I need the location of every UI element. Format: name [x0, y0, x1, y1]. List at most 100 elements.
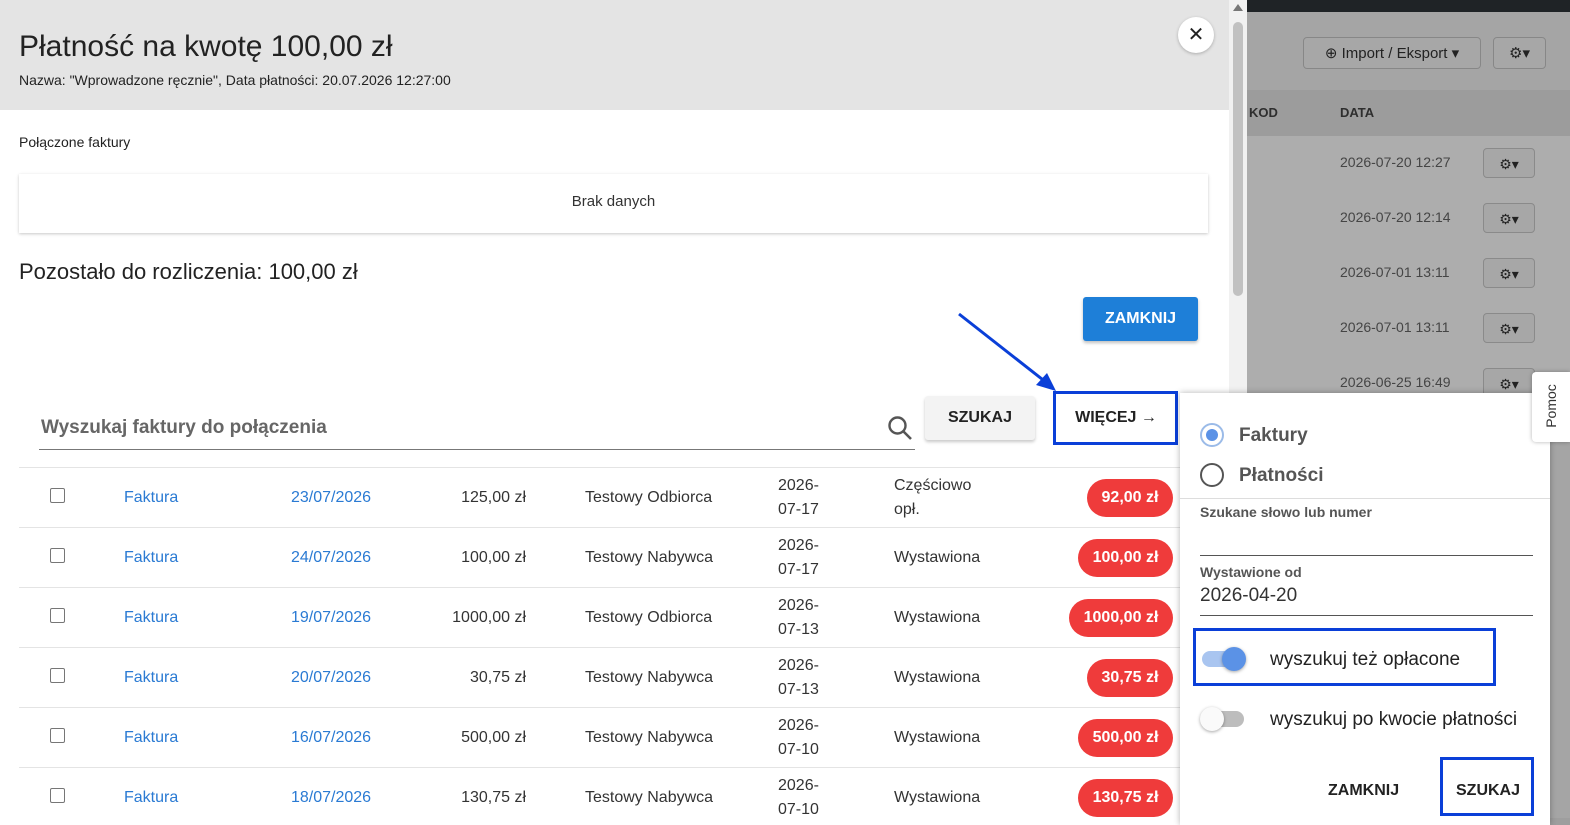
invoice-date: 2026- 07-10 — [778, 774, 819, 822]
invoice-number-link[interactable]: 23/07/2026 — [291, 489, 371, 507]
issued-from-underline — [1200, 615, 1533, 616]
row-checkbox[interactable] — [50, 608, 65, 623]
toggle-amount-knob[interactable] — [1200, 707, 1224, 731]
invoice-amount: 30,75 zł — [469, 669, 526, 686]
linked-invoices-empty: Brak danych — [19, 174, 1208, 233]
invoice-number-link[interactable]: 19/07/2026 — [291, 609, 371, 627]
invoice-amount: 100,00 zł — [461, 549, 526, 566]
row-checkbox[interactable] — [50, 668, 65, 683]
row-checkbox[interactable] — [50, 728, 65, 743]
invoice-status: Wystawiona — [894, 549, 981, 566]
panel-divider — [1180, 498, 1550, 499]
row-checkbox[interactable] — [50, 548, 65, 563]
invoice-date-line2: 07-10 — [778, 741, 819, 758]
invoice-type-link[interactable]: Faktura — [124, 789, 178, 807]
annotation-arrow-icon — [958, 312, 1056, 391]
invoice-type-link[interactable]: Faktura — [124, 489, 178, 507]
invoice-amount: 130,75 zł — [461, 789, 526, 806]
due-amount-badge: 30,75 zł — [1087, 659, 1173, 697]
invoice-amount: 500,00 zł — [461, 729, 526, 746]
issued-from-label: Wystawione od — [1200, 564, 1302, 580]
radio-invoices[interactable] — [1200, 423, 1224, 447]
panel-close-button[interactable]: ZAMKNIJ — [1328, 782, 1399, 800]
invoice-number-link[interactable]: 16/07/2026 — [291, 729, 371, 747]
search-term-field[interactable] — [1200, 525, 1533, 553]
toggle-amount-label: wyszukuj po kwocie płatności — [1270, 709, 1518, 730]
issued-from-field[interactable]: 2026-04-20 — [1200, 585, 1297, 607]
payment-modal: Płatność na kwotę 100,00 zł Nazwa: "Wpro… — [0, 0, 1229, 825]
invoice-date: 2026- 07-13 — [778, 654, 819, 702]
invoice-amount: 1000,00 zł — [452, 609, 526, 626]
radio-payments[interactable] — [1200, 463, 1224, 487]
invoice-date-line2: 07-10 — [778, 801, 819, 818]
invoice-status: Wystawiona — [894, 669, 981, 686]
empty-text: Brak danych — [571, 193, 656, 210]
invoice-amount: 125,00 zł — [461, 489, 526, 506]
annotation-box-more — [1053, 391, 1178, 445]
invoice-status-line2: opł. — [894, 501, 920, 518]
invoice-date-line1: 2026- — [778, 777, 819, 794]
radio-invoices-label[interactable]: Faktury — [1239, 425, 1308, 447]
remaining-amount: Pozostało do rozliczenia: 100,00 zł — [19, 259, 358, 284]
table-row: Faktura 23/07/2026 125,00 zł Testowy Odb… — [19, 467, 1189, 528]
due-amount-badge: 500,00 zł — [1078, 719, 1173, 757]
due-amount-badge: 1000,00 zł — [1069, 599, 1173, 637]
due-amount-badge: 92,00 zł — [1087, 479, 1173, 517]
table-row: Faktura 18/07/2026 130,75 zł Testowy Nab… — [19, 767, 1189, 825]
invoice-number-link[interactable]: 18/07/2026 — [291, 789, 371, 807]
search-icon[interactable] — [887, 415, 913, 441]
invoice-type-link[interactable]: Faktura — [124, 669, 178, 687]
table-row: Faktura 24/07/2026 100,00 zł Testowy Nab… — [19, 527, 1189, 588]
invoice-date: 2026- 07-13 — [778, 594, 819, 642]
invoice-party: Testowy Odbiorca — [585, 489, 713, 506]
close-modal-button[interactable]: ZAMKNIJ — [1083, 297, 1198, 341]
invoice-search-input[interactable] — [39, 413, 873, 443]
close-icon[interactable]: ✕ — [1178, 17, 1214, 53]
help-tab-label: Pomoc — [1543, 384, 1559, 428]
scroll-up-icon[interactable] — [1233, 4, 1243, 11]
invoice-date: 2026- 07-10 — [778, 714, 819, 762]
invoice-number-link[interactable]: 20/07/2026 — [291, 669, 371, 687]
invoice-date-line1: 2026- — [778, 657, 819, 674]
annotation-box-toggle — [1193, 628, 1496, 686]
invoice-date-line1: 2026- — [778, 537, 819, 554]
invoice-status: Częściowo opł. — [894, 474, 971, 522]
annotation-box-search — [1440, 757, 1534, 816]
modal-subtitle: Nazwa: "Wprowadzone ręcznie", Data płatn… — [19, 72, 451, 88]
radio-payments-label[interactable]: Płatności — [1239, 465, 1323, 487]
row-checkbox[interactable] — [50, 788, 65, 803]
invoice-date-line2: 07-17 — [778, 561, 819, 578]
search-term-underline — [1200, 555, 1533, 556]
modal-title: Płatność na kwotę 100,00 zł — [19, 30, 393, 63]
invoice-type-link[interactable]: Faktura — [124, 729, 178, 747]
invoice-search — [39, 405, 915, 450]
due-amount-badge: 130,75 zł — [1078, 779, 1173, 817]
invoice-status: Wystawiona — [894, 789, 981, 806]
search-term-label: Szukane słowo lub numer — [1200, 504, 1372, 520]
scroll-thumb[interactable] — [1233, 22, 1243, 296]
invoice-date-line2: 07-17 — [778, 501, 819, 518]
invoice-type-link[interactable]: Faktura — [124, 609, 178, 627]
help-tab[interactable]: Pomoc — [1532, 372, 1570, 442]
due-amount-badge: 100,00 zł — [1078, 539, 1173, 577]
invoice-date-line1: 2026- — [778, 597, 819, 614]
invoice-date-line1: 2026- — [778, 717, 819, 734]
invoice-type-link[interactable]: Faktura — [124, 549, 178, 567]
modal-header: Płatność na kwotę 100,00 zł Nazwa: "Wpro… — [0, 0, 1229, 110]
invoice-status: Wystawiona — [894, 609, 981, 626]
row-checkbox[interactable] — [50, 488, 65, 503]
advanced-search-panel: Faktury Płatności Szukane słowo lub nume… — [1180, 393, 1550, 825]
invoice-status-line1: Częściowo — [894, 477, 972, 494]
invoice-party: Testowy Odbiorca — [585, 609, 713, 626]
invoice-date: 2026- 07-17 — [778, 474, 819, 522]
table-row: Faktura 16/07/2026 500,00 zł Testowy Nab… — [19, 707, 1189, 768]
invoice-date-line2: 07-13 — [778, 621, 819, 638]
linked-invoices-label: Połączone faktury — [19, 134, 131, 150]
invoice-party: Testowy Nabywca — [585, 729, 714, 746]
invoice-number-link[interactable]: 24/07/2026 — [291, 549, 371, 567]
invoice-party: Testowy Nabywca — [585, 789, 714, 806]
table-row: Faktura 20/07/2026 30,75 zł Testowy Naby… — [19, 647, 1189, 708]
search-button[interactable]: SZUKAJ — [925, 396, 1035, 440]
invoice-status: Wystawiona — [894, 729, 981, 746]
invoice-date: 2026- 07-17 — [778, 534, 819, 582]
